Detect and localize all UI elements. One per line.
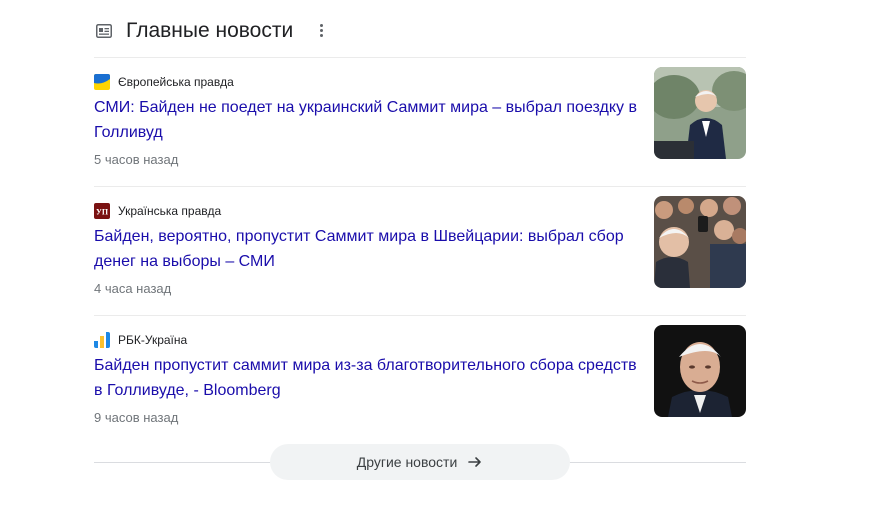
favicon-text: УП: [96, 208, 109, 217]
story-time: 5 часов назад: [94, 152, 179, 167]
divider: [94, 186, 746, 187]
story-item[interactable]: Європейська правда СМИ: Байден не поедет…: [94, 67, 746, 186]
story-time: 9 часов назад: [94, 410, 179, 425]
story-headline-link[interactable]: Байден, вероятно, пропустит Саммит мира …: [94, 224, 642, 274]
story-time: 4 часа назад: [94, 281, 172, 296]
divider: [94, 57, 746, 58]
story-headline-link[interactable]: СМИ: Байден не поедет на украинский Самм…: [94, 95, 642, 145]
crowd-selfie-photo[interactable]: [654, 196, 746, 288]
up-logo-favicon: УП: [94, 203, 110, 219]
ukraine-flag-favicon: [94, 74, 110, 90]
newspaper-icon: [96, 24, 112, 38]
source-name: Європейська правда: [118, 75, 234, 89]
arrow-right-icon: [467, 454, 483, 470]
source-name: Українська правда: [118, 204, 222, 218]
story-headline-link[interactable]: Байден пропустит саммит мира из-за благо…: [94, 353, 642, 403]
man-at-podium-photo[interactable]: [654, 67, 746, 159]
story-item[interactable]: УП Українська правда Байден, вероятно, п…: [94, 196, 746, 315]
more-news-button[interactable]: Другие новости: [270, 444, 570, 480]
source-name: РБК-Україна: [118, 333, 188, 347]
section-title: Главные новости: [126, 19, 294, 42]
story-item[interactable]: РБК-Україна Байден пропустит саммит мира…: [94, 325, 746, 444]
man-portrait-dark-photo[interactable]: [654, 325, 746, 417]
more-vert-icon[interactable]: [314, 22, 328, 42]
rbc-bars-favicon: [94, 332, 110, 348]
divider: [94, 315, 746, 316]
more-news-label: Другие новости: [356, 454, 458, 470]
top-stories-header: Главные новости: [94, 14, 746, 48]
